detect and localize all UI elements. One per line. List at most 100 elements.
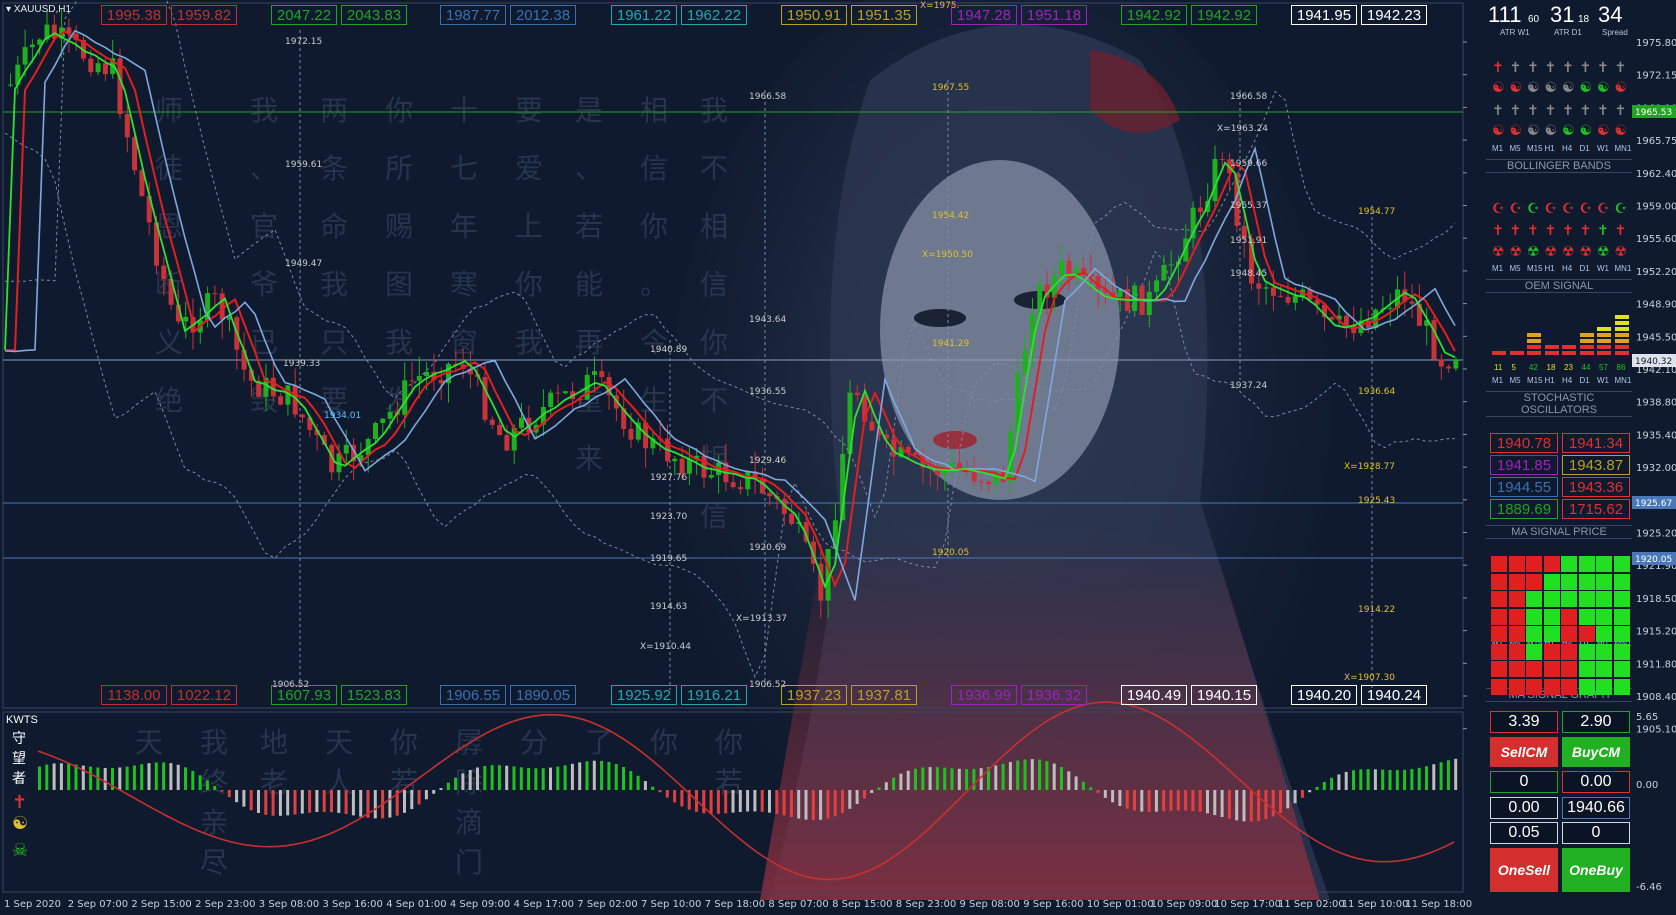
osc-bar [1242, 790, 1246, 822]
time-axis-label: 3 Sep 08:00 [259, 899, 319, 910]
ma-signal-cell [1613, 556, 1630, 572]
osc-bar [600, 760, 604, 790]
osc-bar [607, 761, 611, 790]
calligraphy-char: 不 [700, 384, 728, 417]
ma-signal-price: 1889.69 [1490, 499, 1558, 519]
ma-signal-cell [1561, 591, 1577, 607]
calligraphy-char: 终 [200, 766, 228, 799]
calligraphy-char: 官 [250, 210, 278, 243]
top_pairs-value: 1951.35 [851, 5, 917, 25]
cross-icon: ✝ [1544, 223, 1557, 239]
blue-level-value-2: 1920.05 [1635, 555, 1672, 565]
candle-body [738, 487, 743, 490]
price-annotation: 1954.77 [1358, 207, 1395, 217]
ma-signal-cell [1578, 608, 1595, 625]
ma-signal-cell [1561, 608, 1577, 625]
osc-bar [432, 790, 436, 794]
yin-yang-icon: ☯ [1527, 123, 1540, 139]
sell-cm-button[interactable]: SellCM [1490, 737, 1558, 767]
osc-bar [1300, 790, 1304, 798]
stochastic-bar-segment [1527, 345, 1541, 349]
price-annotation: 1927.76 [650, 473, 687, 483]
indicator-label: KWTS 守 望 者 ✝ ☯ ☠ [6, 714, 38, 861]
cross-icon: ✝ [1614, 223, 1627, 239]
stochastic-bar-segment [1614, 351, 1629, 355]
stochastic-bar-segment [1527, 333, 1541, 337]
calligraphy-char: 爷 [250, 268, 278, 301]
cross-icon: ✝ [1562, 223, 1574, 239]
sell-lot-field[interactable]: 3.39 [1490, 711, 1558, 733]
osc-bar [855, 790, 859, 804]
field-2[interactable]: 0.00 [1562, 771, 1630, 793]
lot-size-field[interactable]: 0.05 [1490, 822, 1558, 844]
buy-lot-field[interactable]: 2.90 [1562, 711, 1630, 733]
timeframe-label: M5 [1509, 376, 1521, 385]
osc-bar [1220, 790, 1224, 817]
crescent-icon: ☪ [1562, 201, 1575, 217]
price-annotation: 1959.61 [285, 160, 322, 170]
stochastic-bar-segment [1614, 321, 1629, 325]
cross-icon: ✝ [1509, 223, 1522, 239]
one-sell-button[interactable]: OneSell [1490, 848, 1558, 892]
ma-signal-cell [1596, 608, 1612, 625]
top_pairs-value: 1961.22 [611, 5, 677, 25]
calligraphy-char: 我 [385, 326, 413, 359]
candle-body [679, 458, 685, 474]
osc-bar [884, 782, 888, 790]
calligraphy-char: 你 [515, 268, 543, 301]
calligraphy-char: 窗 [450, 326, 478, 359]
yin-yang-icon: ☯ [1492, 80, 1505, 96]
calligraphy-char: 、 [250, 152, 278, 185]
osc-bar [454, 777, 458, 790]
top_pairs-value: 1959.82 [171, 5, 237, 25]
field-4[interactable]: 1940.66 [1562, 797, 1630, 819]
osc-bar [1001, 763, 1005, 790]
field-1[interactable]: 0 [1490, 771, 1558, 793]
candle-body [124, 114, 130, 138]
candle-body [482, 376, 488, 420]
label-spread: Spread [1602, 28, 1628, 37]
osc-bar [227, 790, 231, 798]
buy-cm-button[interactable]: BuyCM [1562, 737, 1630, 767]
indicator-cn-3: 者 [12, 770, 26, 786]
osc-bar [1425, 766, 1428, 790]
radiation-icon: ☢ [1614, 244, 1628, 260]
osc-bar [1359, 769, 1363, 790]
price-axis-label: 1915.20 [1636, 627, 1676, 638]
osc-bar [315, 790, 319, 813]
calligraphy-char: 你 [715, 726, 743, 759]
price-chart[interactable]: 师徒恩断义绝我、官爷已毁两条命我只要你所赐图我发十七年寒窗要爱上你我是、若能再重… [0, 0, 1676, 915]
radiation-icon: ☢ [1509, 244, 1523, 260]
one-buy-button[interactable]: OneBuy [1562, 848, 1630, 892]
time-axis-label: 11 Sep 18:00 [1405, 899, 1472, 910]
candle-body [562, 391, 568, 394]
ma-signal-cell [1508, 608, 1525, 625]
calligraphy-char: 我 [250, 94, 278, 127]
calligraphy-char: 赐 [385, 210, 413, 243]
osc-bar [205, 780, 209, 790]
bottom_pairs-value: 1906.55 [440, 685, 506, 705]
osc-bar [140, 764, 144, 790]
indicator-cn-2: 望 [12, 750, 26, 766]
price-axis-label: 1908.40 [1636, 692, 1676, 703]
radiation-icon: ☢ [1597, 244, 1610, 260]
price-annotation: 1943.64 [749, 315, 786, 325]
yin-yang-icon: ☯ [1579, 123, 1593, 139]
candle-body [1263, 287, 1269, 289]
ma-signal-cell [1613, 608, 1630, 625]
field-3[interactable]: 0.00 [1490, 797, 1558, 819]
price-annotation: 1925.43 [1358, 496, 1395, 506]
osc-bar [176, 764, 180, 790]
timeframe-label: W1 [1597, 376, 1609, 385]
osc-bar [965, 769, 969, 790]
time-axis-label: 2 Sep 07:00 [68, 899, 128, 910]
field-6[interactable]: 0 [1562, 822, 1630, 844]
osc-bar [154, 762, 158, 790]
osc-bar [235, 790, 239, 803]
osc-bar [1337, 774, 1341, 790]
price-annotation: X=1963.24 [1217, 124, 1268, 134]
timeframe-label: M5 [1509, 264, 1521, 273]
osc-bar [738, 790, 742, 812]
timeframe-label: M15 [1527, 144, 1543, 153]
candle-body [1387, 307, 1393, 309]
